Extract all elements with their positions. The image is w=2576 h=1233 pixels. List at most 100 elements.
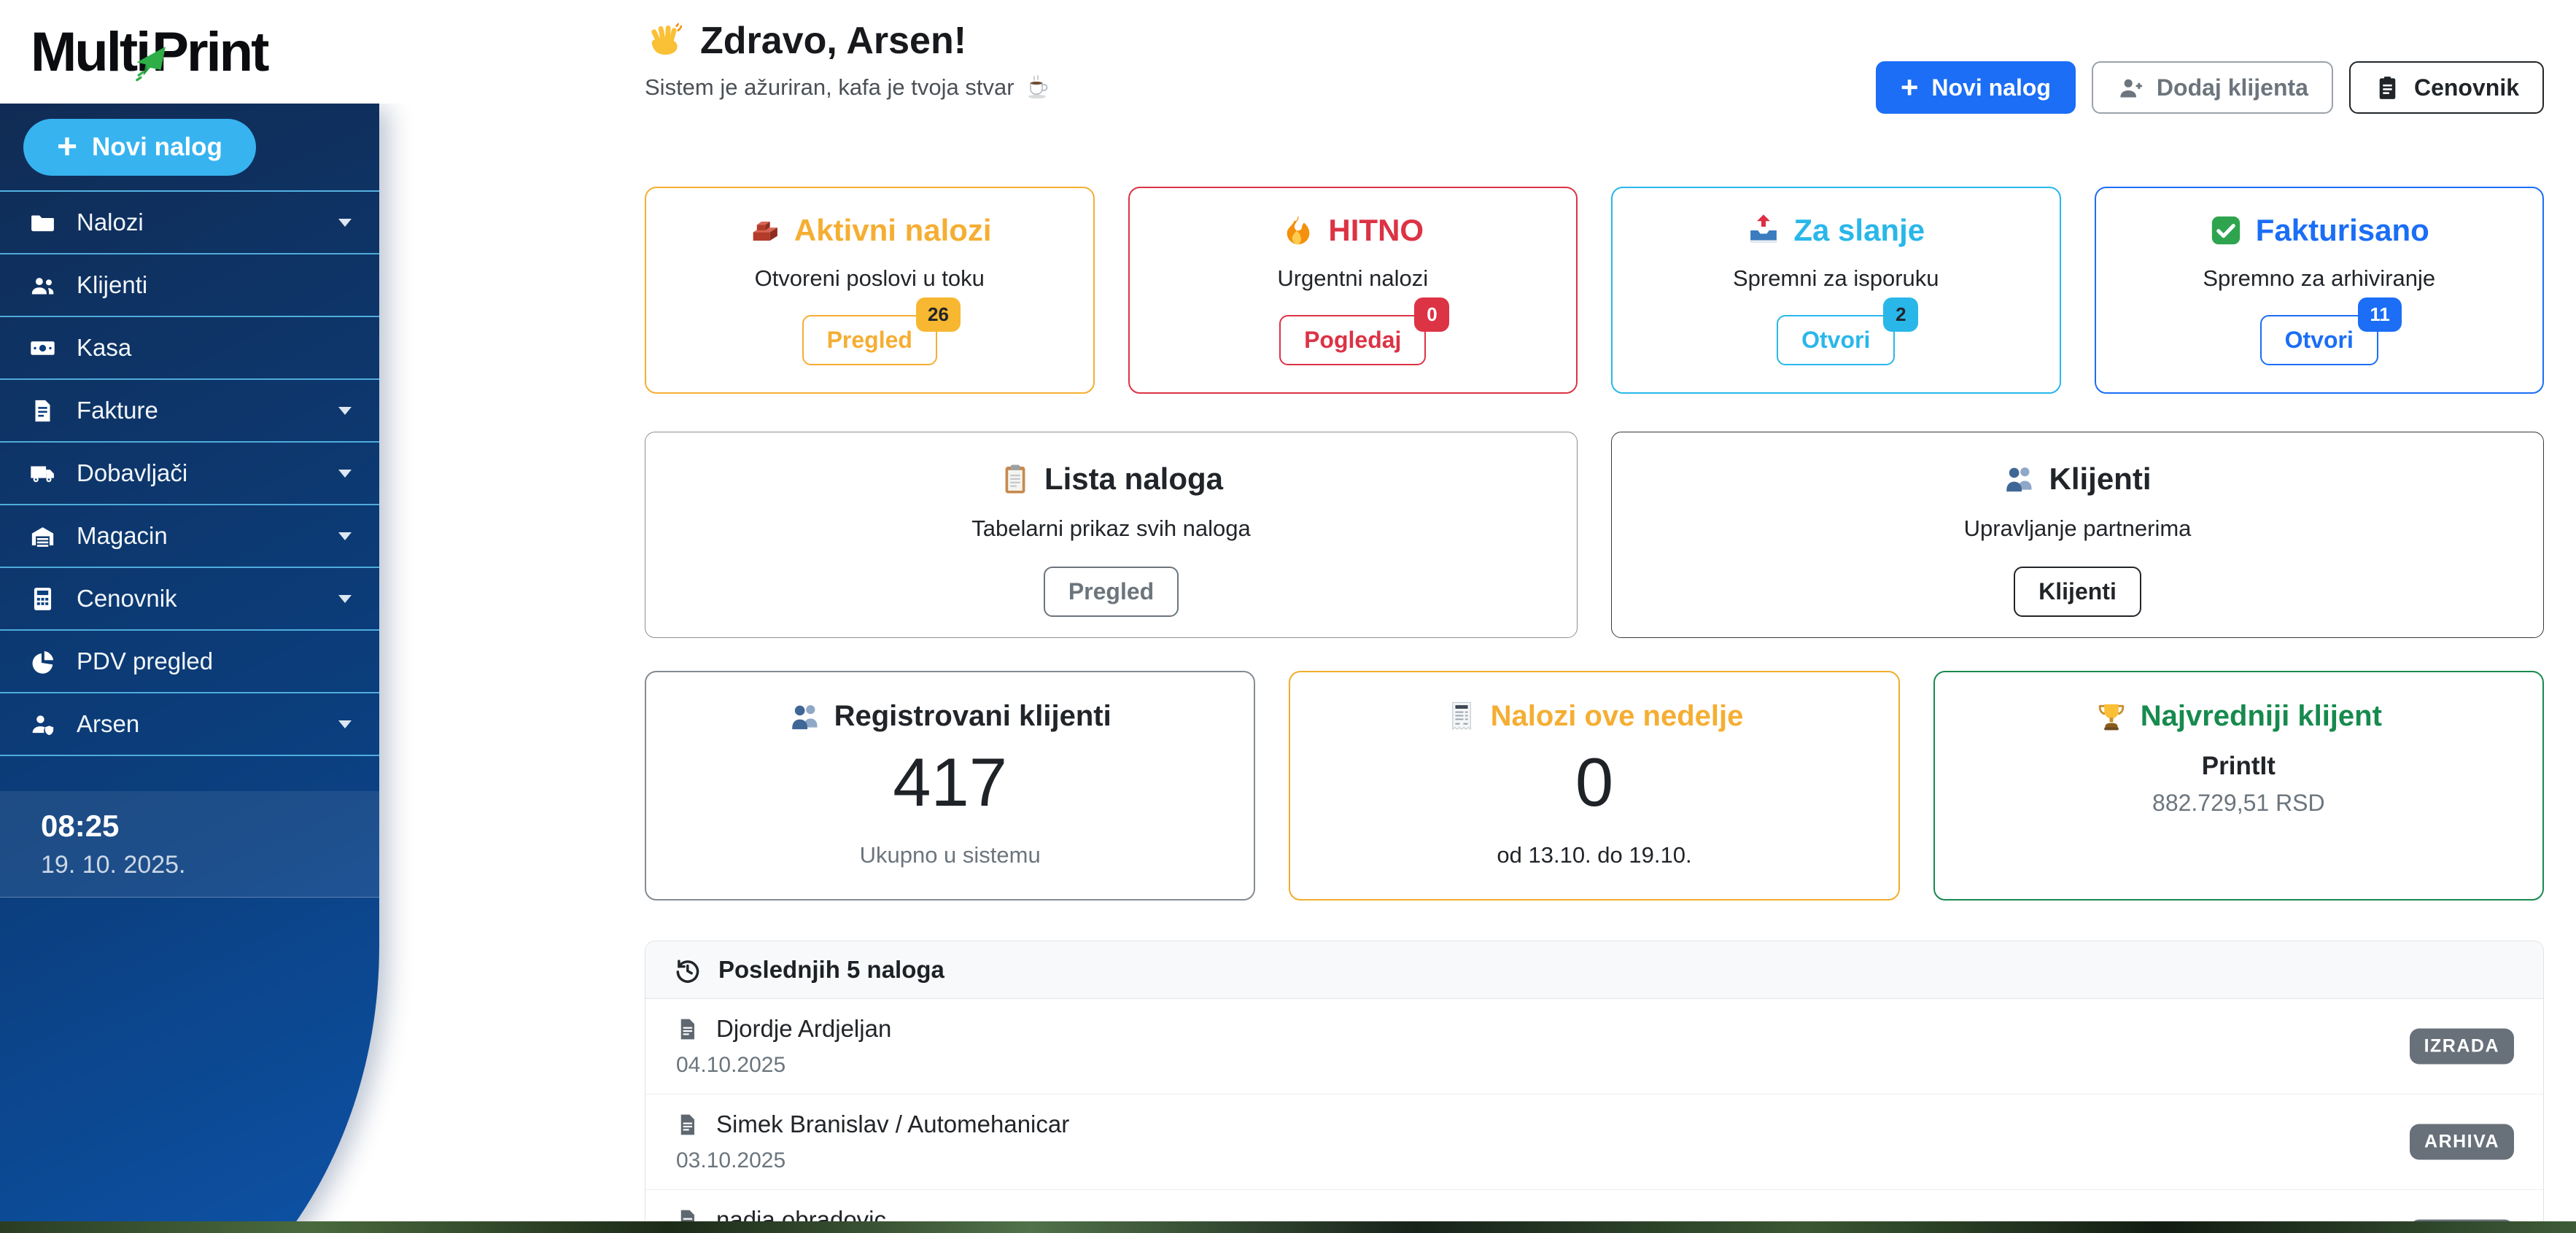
main-content: Zdravo, Arsen! Sistem je ažuriran, kafa … bbox=[645, 0, 2544, 1233]
status-badge: IZRADA bbox=[2410, 1029, 2514, 1065]
truck-icon bbox=[29, 460, 56, 487]
card-aktivni-nalozi: Aktivni nalozi Otvoreni poslovi u toku P… bbox=[645, 187, 1095, 394]
logo-part-rint: rint bbox=[187, 20, 267, 84]
outbox-icon bbox=[1747, 214, 1780, 247]
card-najvredniji-klijent: Najvredniji klijent PrintIt 882.729,51 R… bbox=[1933, 671, 2544, 901]
sidebar-item-user-arsen[interactable]: Arsen bbox=[0, 693, 379, 756]
sidebar-menu: Nalozi Klijenti Kasa Fakture Dobavljači bbox=[0, 192, 379, 756]
history-icon bbox=[673, 956, 701, 984]
status-cards-row: Aktivni nalozi Otvoreni poslovi u toku P… bbox=[645, 187, 2544, 394]
user-shield-icon bbox=[29, 711, 56, 738]
recent-orders-panel: Poslednjih 5 naloga Djordje Ardjeljan 04… bbox=[645, 941, 2544, 1233]
card-title: Fakturisano bbox=[2209, 213, 2429, 248]
people-icon bbox=[2003, 463, 2036, 495]
order-name: Djordje Ardjeljan bbox=[675, 1015, 2514, 1043]
card-subtitle: Spremni za isporuku bbox=[1733, 265, 1939, 292]
card-title: Lista naloga bbox=[999, 462, 1223, 497]
card-title: Klijenti bbox=[2003, 462, 2151, 497]
order-date: 03.10.2025 bbox=[675, 1148, 2514, 1173]
calculator-icon bbox=[29, 586, 56, 612]
card-za-slanje: Za slanje Spremni za isporuku Otvori 2 bbox=[1611, 187, 2061, 394]
new-order-button[interactable]: + Novi nalog bbox=[1876, 61, 2076, 114]
trophy-icon bbox=[2095, 701, 2127, 733]
desktop-wallpaper-strip bbox=[0, 1221, 2576, 1233]
sidebar-item-nalozi[interactable]: Nalozi bbox=[0, 192, 379, 254]
receipt-icon bbox=[1446, 701, 1478, 733]
card-title: Najvredniji klijent bbox=[2095, 700, 2382, 733]
klijenti-button[interactable]: Klijenti bbox=[2014, 567, 2141, 617]
card-subtitle: Otvoreni poslovi u toku bbox=[755, 265, 985, 292]
check-icon bbox=[2209, 214, 2243, 247]
document-icon bbox=[675, 1112, 700, 1137]
plus-icon: + bbox=[1901, 74, 1919, 101]
add-client-button[interactable]: Dodaj klijenta bbox=[2092, 61, 2333, 114]
people-icon bbox=[789, 701, 821, 733]
logo-part-p: P bbox=[152, 20, 187, 84]
header-actions: + Novi nalog Dodaj klijenta Cenovnik bbox=[1876, 61, 2544, 114]
count-badge: 2 bbox=[1883, 297, 1918, 332]
sidebar-item-kasa[interactable]: Kasa bbox=[0, 317, 379, 380]
pricelist-button[interactable]: Cenovnik bbox=[2349, 61, 2544, 114]
chevron-down-icon bbox=[338, 720, 352, 728]
pogledaj-button[interactable]: Pogledaj bbox=[1279, 315, 1426, 365]
stat-footnote: od 13.10. do 19.10. bbox=[1497, 842, 1691, 868]
page-title: Zdravo, Arsen! bbox=[645, 0, 2544, 63]
count-badge: 26 bbox=[916, 297, 961, 332]
app-logo: Multi P rint bbox=[0, 0, 408, 104]
card-title: Za slanje bbox=[1747, 213, 1925, 248]
sidebar-clock: 08:25 19. 10. 2025. bbox=[0, 791, 379, 898]
folder-icon bbox=[29, 209, 56, 236]
otvori-button[interactable]: Otvori bbox=[1777, 315, 1895, 365]
stat-value: 417 bbox=[893, 743, 1007, 822]
count-badge: 0 bbox=[1414, 297, 1449, 332]
card-title: HITNO bbox=[1281, 213, 1424, 248]
paper-plane-icon bbox=[130, 42, 171, 82]
card-subtitle: Upravljanje partnerima bbox=[1964, 516, 2192, 542]
stat-footnote: Ukupno u sistemu bbox=[860, 842, 1041, 868]
waving-hand-icon bbox=[645, 21, 684, 61]
pie-chart-icon bbox=[29, 648, 56, 675]
sidebar-item-cenovnik[interactable]: Cenovnik bbox=[0, 568, 379, 631]
card-klijenti: Klijenti Upravljanje partnerima Klijenti bbox=[1611, 432, 2544, 638]
coffee-icon bbox=[1025, 74, 1051, 101]
sidebar-item-pdv-pregled[interactable]: PDV pregled bbox=[0, 631, 379, 693]
cash-icon bbox=[29, 335, 56, 362]
dashboard-page: Multi P rint + Novi nalog Nalozi bbox=[0, 0, 2576, 1233]
status-badge: ARHIVA bbox=[2410, 1124, 2514, 1160]
clock-time: 08:25 bbox=[41, 809, 379, 844]
chevron-down-icon bbox=[338, 595, 352, 603]
card-subtitle: Spremno za arhiviranje bbox=[2203, 265, 2435, 292]
order-name: Simek Branislav / Automehanicar bbox=[675, 1111, 2514, 1138]
sidebar-item-klijenti[interactable]: Klijenti bbox=[0, 254, 379, 317]
chevron-down-icon bbox=[338, 219, 352, 227]
clipboard-list-icon bbox=[999, 463, 1031, 495]
chevron-down-icon bbox=[338, 470, 352, 478]
sidebar-item-fakture[interactable]: Fakture bbox=[0, 380, 379, 443]
sidebar-item-magacin[interactable]: Magacin bbox=[0, 505, 379, 568]
document-icon bbox=[675, 1016, 700, 1042]
chevron-down-icon bbox=[338, 532, 352, 540]
app-logo-text: Multi P rint bbox=[31, 20, 267, 84]
stat-value: 0 bbox=[1575, 743, 1613, 822]
stat-cards-row: Registrovani klijenti 417 Ukupno u siste… bbox=[645, 671, 2544, 901]
card-lista-naloga: Lista naloga Tabelarni prikaz svih nalog… bbox=[645, 432, 1578, 638]
sidebar: + Novi nalog Nalozi Klijenti Kasa Faktur… bbox=[0, 104, 379, 1233]
order-list-item[interactable]: Simek Branislav / Automehanicar 03.10.20… bbox=[645, 1094, 2543, 1190]
card-title: Aktivni nalozi bbox=[748, 213, 992, 248]
recent-orders-header: Poslednjih 5 naloga bbox=[645, 941, 2543, 999]
brick-icon bbox=[748, 214, 781, 247]
users-icon bbox=[29, 272, 56, 299]
card-nalozi-ove-nedelje: Nalozi ove nedelje 0 od 13.10. do 19.10. bbox=[1289, 671, 1899, 901]
count-badge: 11 bbox=[2358, 297, 2402, 332]
card-title: Registrovani klijenti bbox=[789, 700, 1112, 733]
order-list-item[interactable]: Djordje Ardjeljan 04.10.2025 IZRADA bbox=[645, 999, 2543, 1094]
clock-date: 19. 10. 2025. bbox=[41, 851, 379, 879]
chevron-down-icon bbox=[338, 407, 352, 415]
top-client-name: PrintIt bbox=[2202, 752, 2276, 781]
user-plus-icon bbox=[2117, 74, 2144, 101]
card-subtitle: Urgentni nalozi bbox=[1277, 265, 1428, 292]
pregled-button[interactable]: Pregled bbox=[1044, 567, 1179, 617]
card-title: Nalozi ove nedelje bbox=[1446, 700, 1744, 733]
sidebar-item-dobavljaci[interactable]: Dobavljači bbox=[0, 443, 379, 505]
sidebar-new-order-button[interactable]: + Novi nalog bbox=[23, 119, 256, 176]
